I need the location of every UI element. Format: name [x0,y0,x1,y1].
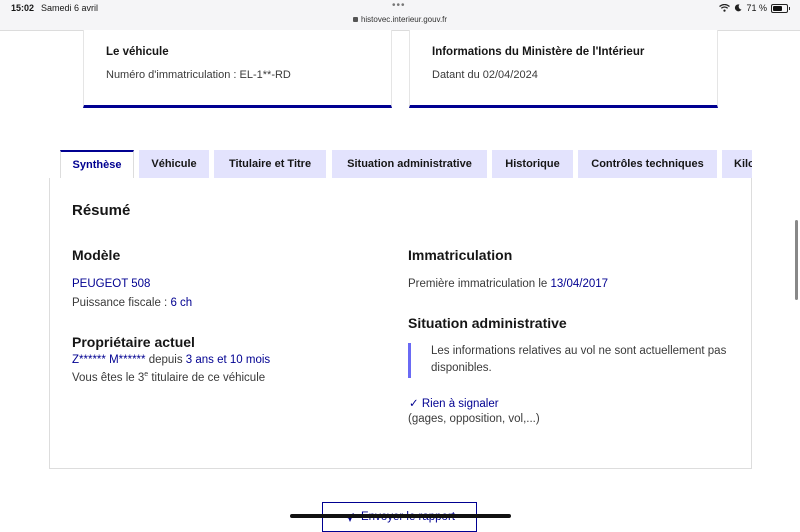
titulaire-prefix: Vous êtes le 3 [72,371,145,384]
tab-kilometrage[interactable]: Kilo [722,150,752,178]
owner-duration: 3 ans et 10 mois [185,354,271,366]
url-text: histovec.interieur.gouv.fr [360,15,448,24]
immat-date: 13/04/2017 [550,278,609,290]
ministry-card-title: Informations du Ministère de l'Intérieur [432,46,645,58]
battery-fill [773,5,783,11]
situation-details: (gages, opposition, vol,...) [408,413,540,425]
status-time: 15:02 [11,3,35,13]
wifi-icon [719,4,731,12]
tab-situation-administrative[interactable]: Situation administrative [332,150,487,178]
proprietaire-heading: Propriétaire actuel [72,334,195,350]
vehicle-card: Le véhicule Numéro d'immatriculation : E… [83,30,392,108]
owner-name: Z****** M****** [72,354,146,366]
premiere-immatriculation: Première immatriculation le 13/04/2017 [408,278,608,290]
battery-percent: 71 % [746,3,767,13]
owner-depuis: depuis [145,354,186,366]
puissance-value: 6 ch [170,297,193,309]
registration-number: Numéro d'immatriculation : EL-1**-RD [106,69,291,81]
vehicle-card-title: Le véhicule [106,46,169,58]
more-dots-icon[interactable]: ••• [392,0,406,11]
tab-historique[interactable]: Historique [492,150,573,178]
puissance-fiscale: Puissance fiscale : 6 ch [72,297,192,309]
tab-controles-techniques[interactable]: Contrôles techniques [578,150,717,178]
situation-heading: Situation administrative [408,315,567,331]
modele-heading: Modèle [72,247,121,263]
vol-notice: Les informations relatives au vol ne son… [408,343,728,378]
titulaire-suffix: titulaire de ce véhicule [148,371,266,384]
tab-synthese[interactable]: Synthèse [60,150,134,178]
ministry-card: Informations du Ministère de l'Intérieur… [409,30,718,108]
moon-icon [735,4,742,12]
status-icons: 71 % [719,3,790,13]
ministry-date: Datant du 02/04/2024 [432,69,538,81]
immat-label: Première immatriculation le [408,278,551,290]
battery-icon [771,3,790,13]
rien-a-signaler: ✓ Rien à signaler [409,396,499,410]
titulaire-rank: Vous êtes le 3e titulaire de ce véhicule [72,371,265,384]
rien-label: Rien à signaler [421,398,499,410]
battery-cap [789,6,790,10]
scrollbar[interactable] [795,220,798,300]
tab-bar: Synthèse Véhicule Titulaire et Titre Sit… [60,150,752,178]
address-bar[interactable]: histovec.interieur.gouv.fr [0,15,800,24]
tab-vehicule[interactable]: Véhicule [139,150,209,178]
summary-title: Résumé [72,202,131,219]
modele-value: PEUGEOT 508 [72,278,151,290]
puissance-label: Puissance fiscale : [72,297,171,309]
proprietaire-line: Z****** M****** depuis 3 ans et 10 mois [72,354,270,366]
tab-titulaire-titre[interactable]: Titulaire et Titre [214,150,326,178]
synthese-panel [49,178,752,469]
status-bar: 15:02 Samedi 6 avril ••• histovec.interi… [0,0,800,31]
lock-icon [352,17,358,22]
check-icon: ✓ [409,398,419,410]
status-date: Samedi 6 avril [41,3,99,13]
immatriculation-heading: Immatriculation [408,247,513,263]
home-indicator[interactable] [290,514,511,518]
